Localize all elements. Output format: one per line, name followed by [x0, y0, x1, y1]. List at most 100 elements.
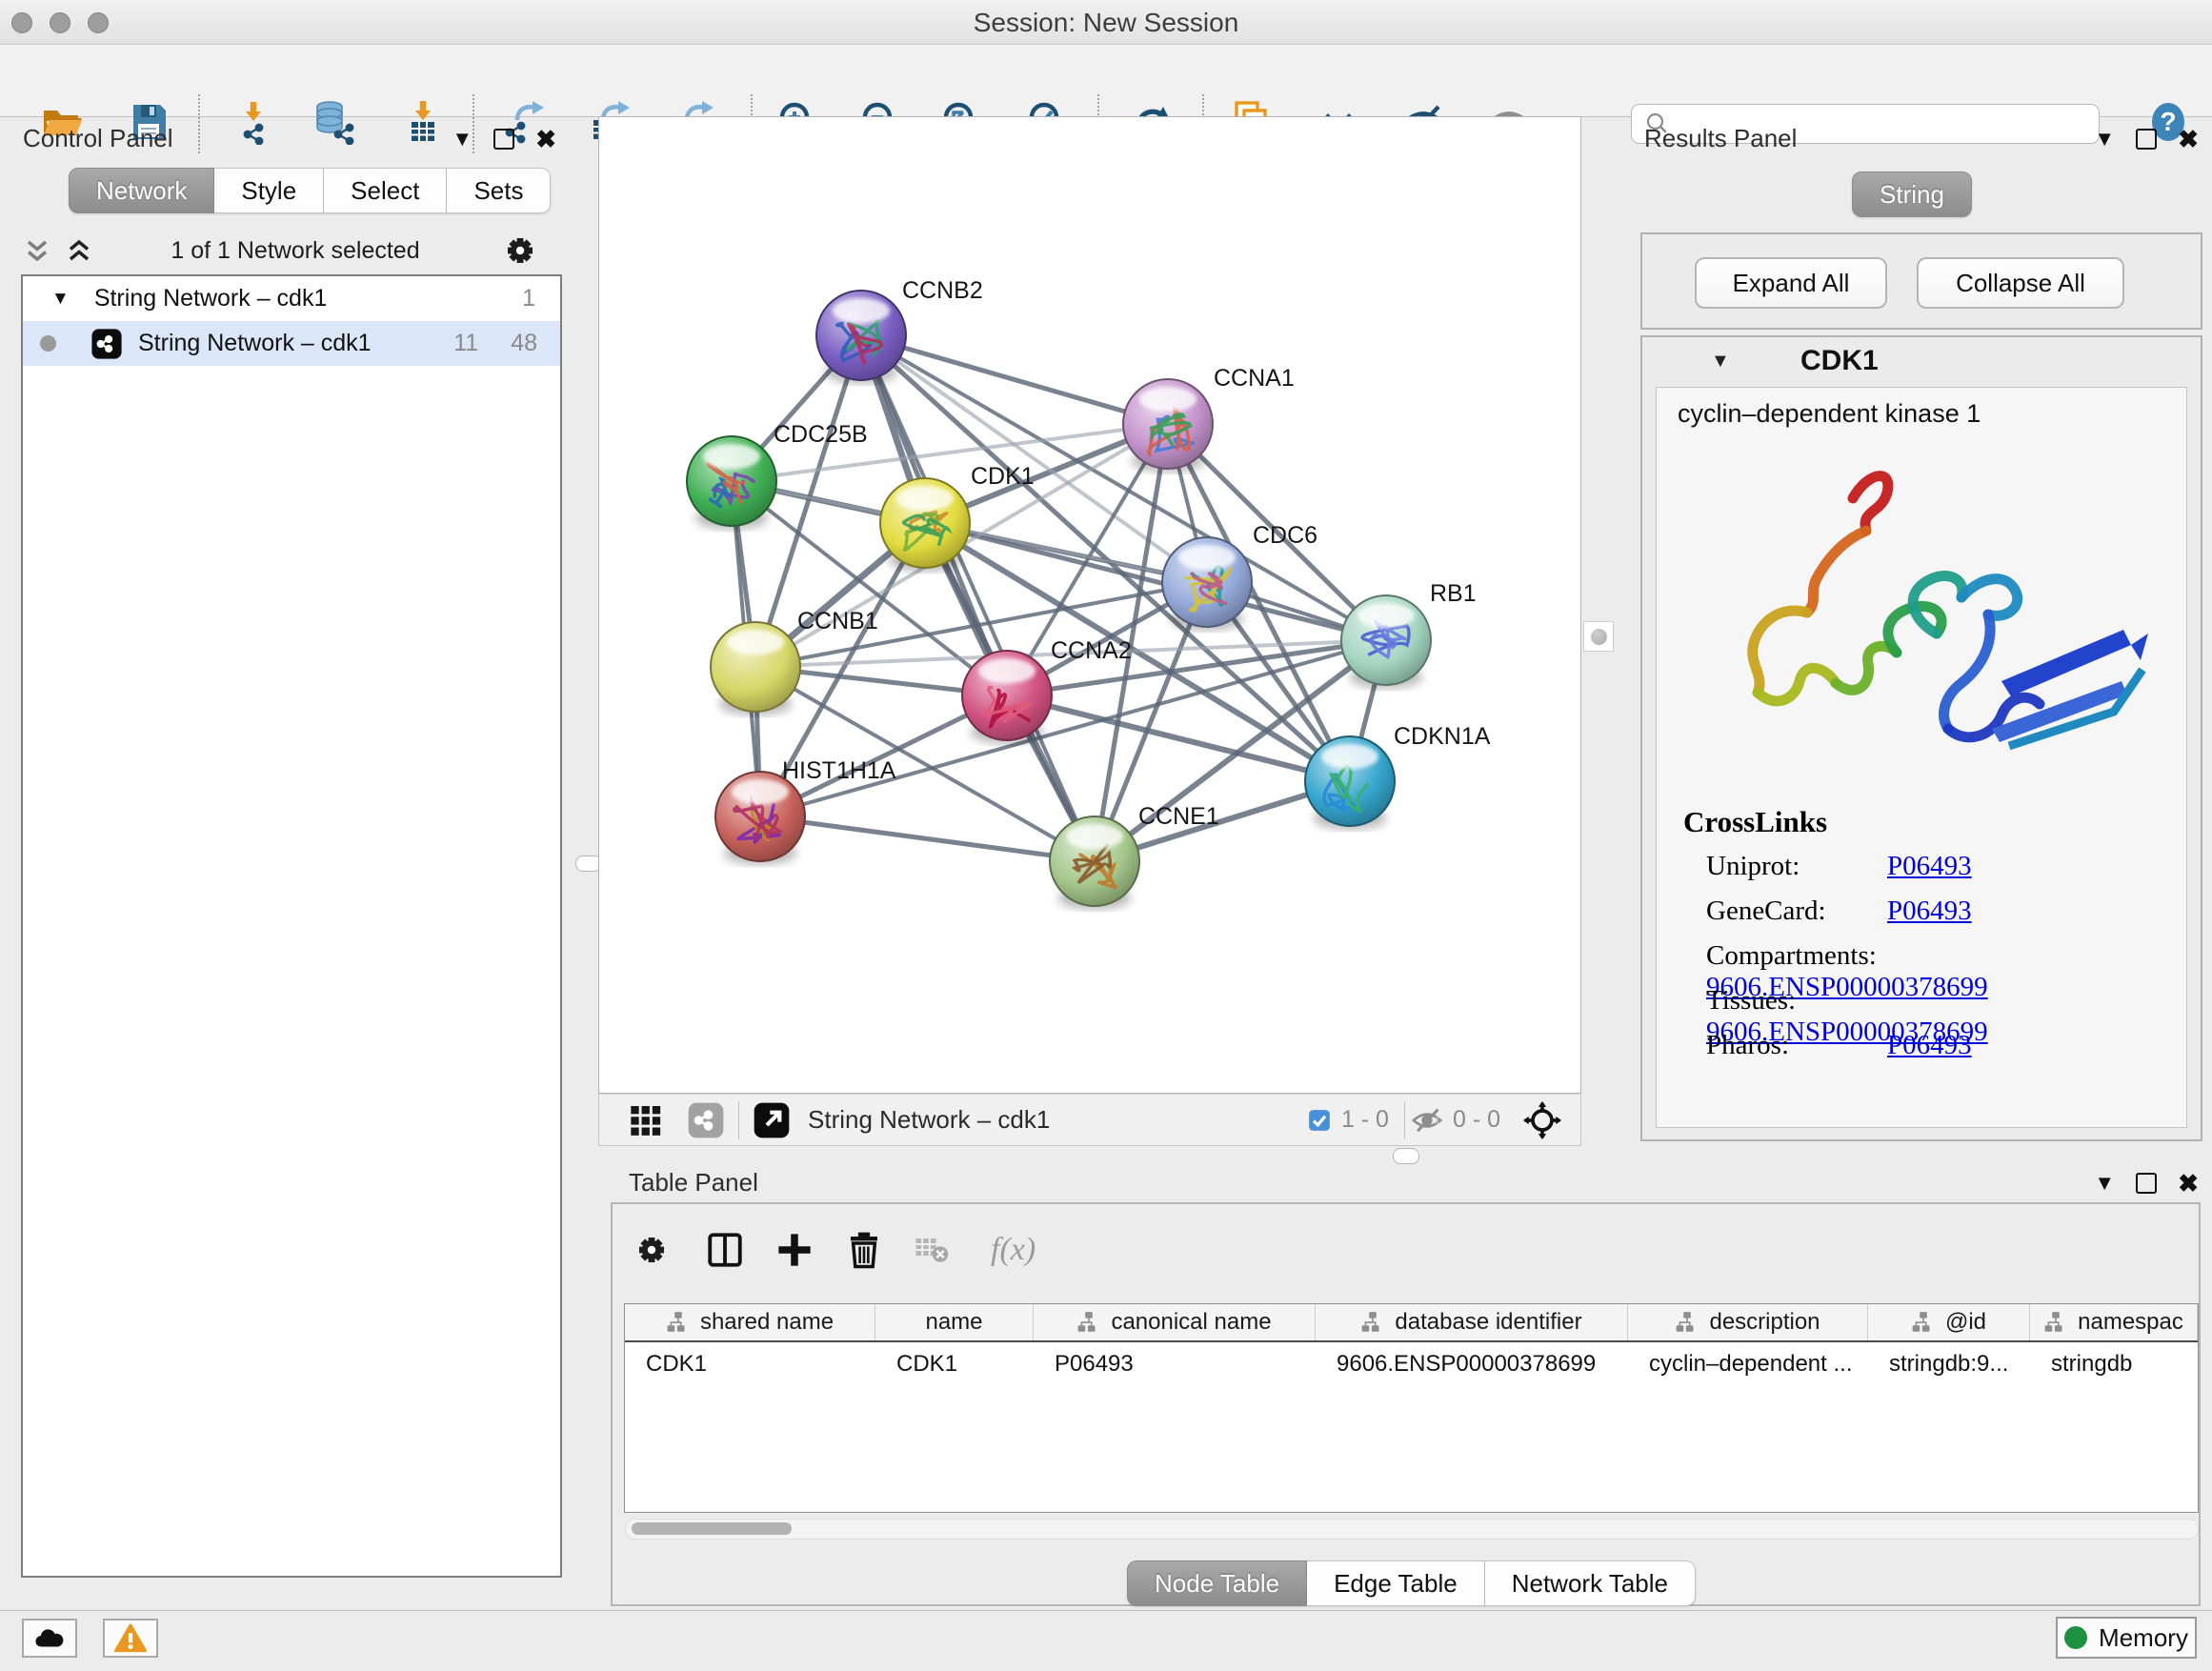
- control-panel-float-button[interactable]: [493, 129, 514, 150]
- tree-node-icon: [666, 1310, 691, 1335]
- network-node-CDC25B[interactable]: [687, 436, 776, 530]
- column-header-name[interactable]: name: [875, 1304, 1034, 1340]
- tree-collapse-caret-icon[interactable]: ▼: [51, 289, 70, 310]
- tab-select[interactable]: Select: [324, 168, 447, 213]
- column-header-namespac[interactable]: namespac: [2030, 1304, 2198, 1340]
- crosshair-icon[interactable]: [1523, 1101, 1561, 1139]
- table-toolbar: f(x): [629, 1225, 1040, 1275]
- tree-node-icon: [1360, 1310, 1385, 1335]
- control-panel-menu-caret[interactable]: ▼: [452, 127, 473, 151]
- table-panel-float-button[interactable]: [2136, 1173, 2157, 1194]
- protein-collapse-caret-icon[interactable]: ▼: [1711, 351, 1730, 372]
- protein-name-header: CDK1: [1800, 345, 1879, 377]
- selected-checkbox-icon[interactable]: [1307, 1108, 1332, 1133]
- table-horizontal-scrollbar[interactable]: [625, 1519, 2199, 1540]
- crosslink-link[interactable]: P06493: [1887, 1030, 1972, 1060]
- tree-node-icon: [1675, 1310, 1699, 1335]
- crosslink-link[interactable]: P06493: [1887, 896, 1972, 926]
- collapse-all-button[interactable]: Collapse All: [1917, 257, 2124, 309]
- selected-count: 1 - 0: [1341, 1106, 1389, 1134]
- cloud-icon: [33, 1622, 66, 1655]
- network-node-CDK1[interactable]: [880, 478, 970, 572]
- column-label: database identifier: [1395, 1309, 1581, 1336]
- main-toolbar: ?: [0, 45, 2212, 117]
- column-label: shared name: [700, 1309, 834, 1336]
- table-delete-icon[interactable]: [915, 1233, 949, 1267]
- string-style-icon[interactable]: [687, 1101, 725, 1139]
- warnings-button[interactable]: [103, 1619, 158, 1658]
- network-canvas[interactable]: CCNB2 CCNA1 CDC25B CDK1: [598, 116, 1581, 1094]
- table-panel-menu-caret[interactable]: ▼: [2094, 1171, 2115, 1196]
- crosslink-link[interactable]: P06493: [1887, 851, 1972, 881]
- control-panel-tabs: NetworkStyleSelectSets: [69, 168, 551, 213]
- hidden-eye-slash-icon[interactable]: [1411, 1104, 1443, 1137]
- tab-node-table[interactable]: Node Table: [1127, 1560, 1307, 1606]
- table-cell: CDK1: [875, 1344, 1034, 1384]
- crosslinks-title: CrossLinks: [1683, 805, 1827, 839]
- tab-network[interactable]: Network: [69, 168, 214, 213]
- network-node-CCNE1[interactable]: [1050, 816, 1139, 910]
- network-node-CCNA1[interactable]: [1123, 379, 1213, 473]
- tab-network-table[interactable]: Network Table: [1485, 1560, 1696, 1606]
- horizontal-splitter-grip[interactable]: [1393, 1148, 1419, 1164]
- status-bar: Memory: [0, 1610, 2212, 1671]
- column-label: description: [1709, 1309, 1820, 1336]
- gear-icon[interactable]: [497, 228, 543, 273]
- table-cell: cyclin–dependent ...: [1628, 1344, 1868, 1384]
- memory-status-dot: [2064, 1626, 2087, 1649]
- network-node-CCNB1[interactable]: [711, 622, 800, 715]
- crosslink-row-uniprot: Uniprot:P06493: [1706, 851, 2163, 882]
- function-icon[interactable]: f(x): [979, 1227, 1040, 1273]
- results-panel-menu-caret[interactable]: ▼: [2094, 127, 2115, 151]
- expand-all-icon[interactable]: [65, 236, 93, 265]
- network-node-HIST1H1A[interactable]: [715, 772, 805, 865]
- right-splitter-grip[interactable]: [1583, 621, 1614, 652]
- open-in-window-icon[interactable]: [753, 1101, 791, 1139]
- network-node-CDC6[interactable]: [1162, 537, 1252, 631]
- column-header-databaseidentifier[interactable]: database identifier: [1316, 1304, 1628, 1340]
- crosslink-label: Tissues:: [1706, 985, 1887, 1017]
- network-view-toolbar: String Network – cdk1 1 - 0 0 - 0: [598, 1094, 1581, 1146]
- columns-icon[interactable]: [705, 1230, 745, 1270]
- tab-sets[interactable]: Sets: [447, 168, 551, 213]
- scrollbar-thumb[interactable]: [632, 1522, 792, 1535]
- node-label-RB1: RB1: [1430, 580, 1477, 607]
- column-header-canonicalname[interactable]: canonical name: [1034, 1304, 1316, 1340]
- node-label-CDC25B: CDC25B: [774, 421, 868, 448]
- gear-icon[interactable]: [629, 1227, 674, 1273]
- network-node-CCNB2[interactable]: [816, 291, 906, 384]
- trash-icon[interactable]: [844, 1230, 884, 1270]
- node-label-HIST1H1A: HIST1H1A: [782, 757, 896, 784]
- table-panel-title: Table Panel: [629, 1168, 758, 1198]
- network-node-CDKN1A[interactable]: [1305, 736, 1395, 830]
- cloud-button[interactable]: [22, 1619, 77, 1658]
- network-label: String Network – cdk1: [138, 330, 372, 357]
- table-panel-close-button[interactable]: ✖: [2178, 1175, 2199, 1192]
- expand-all-button[interactable]: Expand All: [1695, 257, 1887, 309]
- birdseye-view-icon[interactable]: [628, 1101, 666, 1139]
- node-label-CCNA2: CCNA2: [1051, 637, 1132, 664]
- network-node-CCNA2[interactable]: [962, 651, 1052, 744]
- tab-edge-table[interactable]: Edge Table: [1307, 1560, 1485, 1606]
- results-panel-close-button[interactable]: ✖: [2178, 131, 2199, 148]
- table-row[interactable]: CDK1CDK1P064939606.ENSP00000378699cyclin…: [625, 1344, 2198, 1384]
- network-node-RB1[interactable]: [1341, 595, 1431, 689]
- tab-style[interactable]: Style: [214, 168, 324, 213]
- network-tree-row-selected[interactable]: String Network – cdk1 11 48: [23, 321, 560, 366]
- network-tree: ▼ String Network – cdk1 1 String Network…: [21, 274, 562, 1578]
- control-panel-close-button[interactable]: ✖: [535, 131, 556, 148]
- results-panel-float-button[interactable]: [2136, 129, 2157, 150]
- plus-icon[interactable]: [775, 1231, 814, 1269]
- network-tree-root-row[interactable]: ▼ String Network – cdk1 1: [23, 276, 560, 321]
- tab-string[interactable]: String: [1852, 171, 1972, 217]
- edge-count: 48: [511, 330, 537, 357]
- network-list-header: 1 of 1 Network selected: [23, 229, 556, 272]
- column-header-id[interactable]: @id: [1868, 1304, 2030, 1340]
- memory-button[interactable]: Memory: [2056, 1617, 2197, 1659]
- hidden-count: 0 - 0: [1453, 1106, 1500, 1134]
- column-header-description[interactable]: description: [1628, 1304, 1868, 1340]
- table-cell: 9606.ENSP00000378699: [1316, 1344, 1628, 1384]
- column-header-sharedname[interactable]: shared name: [625, 1304, 875, 1340]
- collapse-all-icon[interactable]: [23, 236, 51, 265]
- memory-label: Memory: [2099, 1623, 2188, 1653]
